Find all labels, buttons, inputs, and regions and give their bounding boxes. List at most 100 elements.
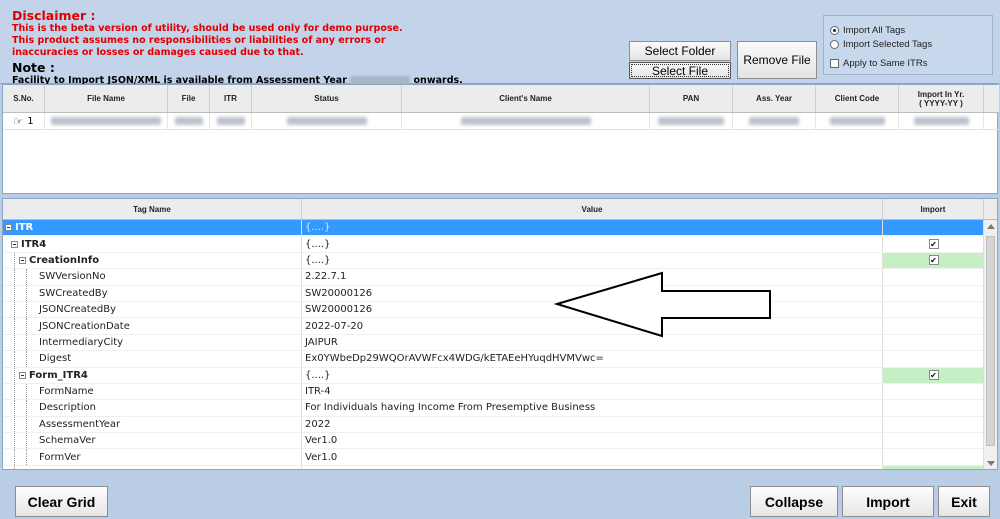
import-checkbox[interactable]: ✔	[928, 255, 939, 266]
import-cell: ✔	[883, 252, 984, 269]
import-checkbox[interactable]: ✔	[928, 370, 939, 381]
import-in-yr-format: ( YYYY-YY )	[919, 98, 963, 108]
column-header-client-name[interactable]: Client's Name	[402, 85, 650, 112]
tag-value: {....}	[302, 367, 883, 383]
tag-name: Digest	[39, 353, 72, 365]
import-cell: ✔	[883, 236, 984, 251]
import-cell	[883, 400, 984, 415]
tree-row-digest[interactable]: Digest Ex0YWbeDp29WQOrAVWFcx4WDG/kETAEeH…	[3, 351, 984, 368]
clear-grid-button[interactable]: Clear Grid	[15, 486, 108, 517]
column-header-file[interactable]: File	[168, 85, 210, 112]
radio-icon[interactable]	[830, 40, 839, 49]
import-cell	[883, 318, 984, 333]
radio-selected-icon[interactable]	[830, 26, 839, 35]
tree-row-schemaver[interactable]: SchemaVer Ver1.0	[3, 433, 984, 450]
file-grid: S.No. File Name File ITR Status Client's…	[2, 84, 999, 194]
column-header-value[interactable]: Value	[302, 199, 883, 219]
tag-name: Description	[39, 402, 96, 414]
tag-name-cell: SWCreatedBy	[3, 285, 302, 301]
tree-row-intermediarycity[interactable]: IntermediaryCity JAIPUR	[3, 334, 984, 352]
collapse-toggle-icon[interactable]	[5, 224, 12, 232]
tree-row-swcreatedby[interactable]: SWCreatedBy SW20000126	[3, 285, 984, 302]
collapse-button[interactable]: Collapse	[750, 486, 838, 517]
tag-name: FormVer	[39, 451, 81, 463]
import-all-tags-option[interactable]: Import All Tags	[830, 25, 905, 36]
tag-value: Ver1.0	[302, 449, 883, 465]
table-row[interactable]: ☞ 1	[3, 113, 999, 130]
vertical-scrollbar[interactable]	[983, 220, 997, 469]
import-selected-tags-option[interactable]: Import Selected Tags	[830, 39, 932, 50]
tree-row-assessmentyear[interactable]: AssessmentYear 2022	[3, 416, 984, 434]
tree-row-form-itr4[interactable]: Form_ITR4 {....} ✔	[3, 367, 984, 384]
import-cell	[883, 465, 984, 469]
tree-row-creationinfo[interactable]: CreationInfo {....} ✔	[3, 252, 984, 270]
tag-name: JSONCreatedBy	[39, 304, 117, 316]
scroll-down-icon[interactable]	[987, 461, 995, 466]
bottom-action-bar: Clear Grid Collapse Import Exit	[0, 476, 1000, 519]
exit-button[interactable]: Exit	[938, 486, 990, 517]
scrollbar-thumb[interactable]	[986, 236, 995, 446]
import-cell	[883, 286, 984, 301]
disclaimer-block: Disclaimer : This is the beta version of…	[12, 8, 624, 87]
tree-row-partial[interactable]	[3, 465, 984, 469]
column-header-ass-year[interactable]: Ass. Year	[733, 85, 816, 112]
checkbox-icon[interactable]	[830, 59, 839, 68]
collapse-toggle-icon[interactable]	[19, 371, 26, 379]
tree-row-itr4[interactable]: ITR4 {....} ✔	[3, 236, 984, 253]
column-header-pan[interactable]: PAN	[650, 85, 733, 112]
tree-row-description[interactable]: Description For Individuals having Incom…	[3, 400, 984, 417]
select-folder-button[interactable]: Select Folder	[629, 41, 731, 61]
itr-cell	[210, 113, 252, 129]
tree-row-jsoncreatedby[interactable]: JSONCreatedBy SW20000126	[3, 301, 984, 319]
column-header-tag-name[interactable]: Tag Name	[3, 199, 302, 219]
tag-name-cell: SWVersionNo	[3, 269, 302, 285]
tree-row-swversionno[interactable]: SWVersionNo 2.22.7.1	[3, 269, 984, 286]
tree-row-jsoncreationdate[interactable]: JSONCreationDate 2022-07-20	[3, 318, 984, 335]
client-name-cell	[402, 113, 650, 129]
tag-grid-header: Tag Name Value Import	[3, 199, 997, 220]
remove-file-button[interactable]: Remove File	[737, 41, 817, 79]
tag-value: 2.22.7.1	[302, 269, 883, 285]
tree-row-formver[interactable]: FormVer Ver1.0	[3, 449, 984, 466]
column-header-import[interactable]: Import	[883, 199, 984, 219]
tag-name: IntermediaryCity	[39, 336, 124, 348]
disclaimer-title: Disclaimer :	[12, 8, 96, 23]
tag-value: {....}	[302, 220, 883, 236]
column-header-itr[interactable]: ITR	[210, 85, 252, 112]
hand-pointer-icon: ☞	[13, 114, 24, 128]
column-header-file-name[interactable]: File Name	[45, 85, 168, 112]
file-name-cell	[45, 113, 168, 129]
tag-value: Ver1.0	[302, 433, 883, 449]
import-checkbox[interactable]: ✔	[928, 239, 939, 250]
tag-name-cell: CreationInfo	[3, 252, 302, 269]
note-title: Note :	[12, 60, 55, 75]
tag-value: SW20000126	[302, 285, 883, 301]
column-header-client-code[interactable]: Client Code	[816, 85, 899, 112]
import-cell	[883, 384, 984, 399]
tag-name-cell: FormName	[3, 383, 302, 400]
column-header-import-in-yr[interactable]: Import In Yr. ( YYYY-YY )	[899, 85, 984, 112]
file-cell	[168, 113, 210, 129]
tree-row-itr[interactable]: ITR {....}	[3, 220, 984, 237]
tree-row-formname[interactable]: FormName ITR-4	[3, 383, 984, 401]
import-cell	[883, 302, 984, 317]
tag-tree-grid: Tag Name Value Import ITR {....} ITR4 {.…	[2, 198, 998, 470]
scroll-up-icon[interactable]	[987, 224, 995, 229]
import-year-cell	[899, 113, 984, 129]
apply-same-itrs-option[interactable]: Apply to Same ITRs	[830, 58, 927, 69]
select-file-button[interactable]: Select File	[629, 62, 731, 79]
tag-name-cell: SchemaVer	[3, 433, 302, 449]
collapse-toggle-icon[interactable]	[11, 240, 18, 248]
tag-name-cell: IntermediaryCity	[3, 334, 302, 351]
column-header-status[interactable]: Status	[252, 85, 402, 112]
disclaimer-line: This is the beta version of utility, sho…	[12, 23, 403, 34]
tag-value: Ex0YWbeDp29WQOrAVWFcx4WDG/kETAEeHYuqdHVM…	[302, 351, 883, 367]
tag-name-cell: Description	[3, 400, 302, 416]
tag-value: {....}	[302, 252, 883, 269]
tag-name: Form_ITR4	[29, 369, 88, 381]
tag-value: For Individuals having Income From Prese…	[302, 400, 883, 416]
tag-name-cell: JSONCreatedBy	[3, 301, 302, 318]
import-button[interactable]: Import	[842, 486, 934, 517]
collapse-toggle-icon[interactable]	[19, 256, 26, 264]
column-header-sno[interactable]: S.No.	[3, 85, 45, 112]
